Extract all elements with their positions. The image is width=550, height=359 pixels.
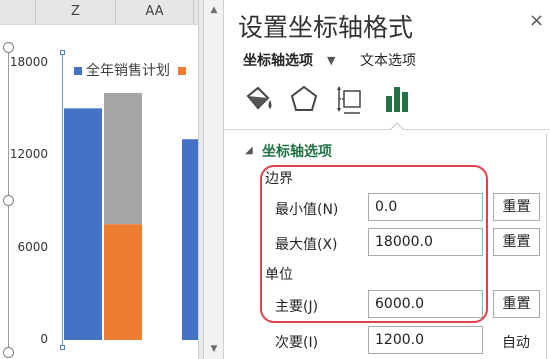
minor-label: 次要(I) [275,335,319,351]
chart-legend[interactable]: 全年销售计划 [74,60,190,80]
scroll-down-arrow-icon[interactable]: ▼ [206,341,222,357]
min-reset-button[interactable]: 重置 [493,193,540,221]
chevron-down-icon[interactable]: ▼ [327,54,335,67]
pane-right-scroll-edge [546,134,550,359]
icon-row-separator [224,129,550,130]
fill-line-icon[interactable] [242,82,276,116]
scroll-up-arrow-icon[interactable]: ▲ [206,2,222,18]
chart-plot [64,92,198,340]
chart-bar[interactable] [182,139,198,340]
selected-tab-caret-icon [390,122,404,130]
annotation-highlight-box [260,165,488,323]
chart-bar[interactable] [104,224,142,340]
close-icon[interactable]: × [529,10,544,31]
chart-bar[interactable] [104,92,142,225]
section-collapse-arrow-icon[interactable]: ◢ [245,145,253,156]
pane-title: 设置坐标轴格式 [238,13,414,42]
legend-swatch-2 [178,67,186,75]
size-properties-icon[interactable] [335,82,369,116]
vertical-scrollbar[interactable] [204,0,224,359]
axis-options-bar-icon[interactable] [381,82,415,116]
section-title-axis-options[interactable]: 坐标轴选项 [262,141,332,161]
minor-unit-input[interactable]: 1200.0 [368,326,483,354]
minor-auto-label: 自动 [502,335,530,351]
effects-pentagon-icon[interactable] [287,82,321,116]
major-reset-button[interactable]: 重置 [493,290,540,318]
legend-swatch [74,67,82,75]
chart-bar[interactable] [64,108,102,340]
max-reset-button[interactable]: 重置 [493,228,540,256]
legend-label: 全年销售计划 [86,63,170,79]
tab-text-options[interactable]: 文本选项 [360,50,416,70]
tab-axis-options[interactable]: 坐标轴选项 [243,50,313,70]
